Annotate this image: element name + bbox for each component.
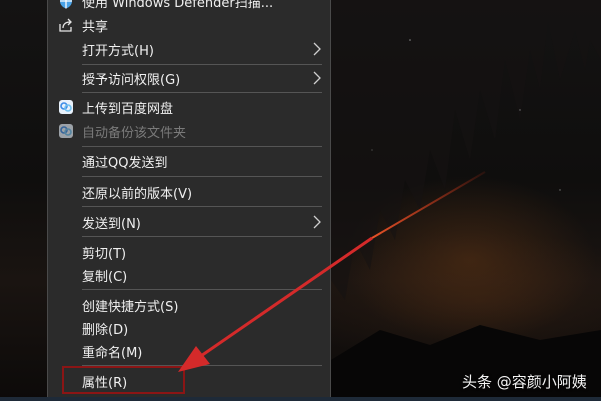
menu-item-label: 使用 Windows Defender扫描... xyxy=(82,0,274,11)
menu-separator xyxy=(82,64,322,65)
menu-item-label: 重命名(M) xyxy=(82,345,143,361)
menu-item-send-to[interactable]: 发送到(N) xyxy=(48,211,330,233)
menu-item-label: 共享 xyxy=(82,19,109,35)
menu-item-restore-previous[interactable]: 还原以前的版本(V) xyxy=(48,181,330,203)
menu-item-label: 通过QQ发送到 xyxy=(82,155,168,171)
menu-item-copy[interactable]: 复制(C) xyxy=(48,264,330,286)
properties-highlight-box xyxy=(62,366,185,394)
menu-item-label: 授予访问权限(G) xyxy=(82,72,181,88)
defender-shield-icon xyxy=(60,0,72,9)
watermark: 头条 @容颜小阿姨 xyxy=(462,373,587,391)
menu-separator xyxy=(82,236,322,237)
menu-item-auto-backup: 自动备份该文件夹 xyxy=(48,120,330,142)
chevron-right-icon xyxy=(313,215,321,229)
menu-item-label: 自动备份该文件夹 xyxy=(82,125,187,141)
menu-separator xyxy=(82,176,322,177)
menu-item-label: 创建快捷方式(S) xyxy=(82,299,179,315)
menu-separator xyxy=(82,92,322,93)
menu-item-upload-baidu[interactable]: 上传到百度网盘 xyxy=(48,96,330,118)
menu-item-open-with[interactable]: 打开方式(H) xyxy=(48,38,330,60)
menu-item-send-via-qq[interactable]: 通过QQ发送到 xyxy=(48,150,330,172)
menu-item-grant-access[interactable]: 授予访问权限(G) xyxy=(48,67,330,89)
share-icon xyxy=(59,18,72,32)
menu-separator xyxy=(82,289,322,290)
menu-item-label: 还原以前的版本(V) xyxy=(82,186,193,202)
menu-item-delete[interactable]: 删除(D) xyxy=(48,317,330,339)
menu-separator xyxy=(82,206,322,207)
menu-separator xyxy=(82,146,322,147)
taskbar-edge xyxy=(0,397,601,401)
menu-item-label: 删除(D) xyxy=(82,322,129,338)
menu-item-rename[interactable]: 重命名(M) xyxy=(48,340,330,362)
baidu-netdisk-icon xyxy=(59,124,73,138)
chevron-right-icon xyxy=(313,42,321,56)
baidu-netdisk-icon xyxy=(59,100,73,114)
menu-item-label: 打开方式(H) xyxy=(82,43,154,59)
menu-item-label: 发送到(N) xyxy=(82,216,141,232)
menu-item-create-shortcut[interactable]: 创建快捷方式(S) xyxy=(48,294,330,316)
menu-item-defender-scan[interactable]: 使用 Windows Defender扫描... xyxy=(48,0,330,12)
chevron-right-icon xyxy=(313,71,321,85)
menu-item-label: 复制(C) xyxy=(82,269,128,285)
menu-item-cut[interactable]: 剪切(T) xyxy=(48,241,330,263)
menu-item-share[interactable]: 共享 xyxy=(48,14,330,36)
menu-item-label: 上传到百度网盘 xyxy=(82,101,174,117)
menu-item-label: 剪切(T) xyxy=(82,246,127,262)
context-menu: 使用 Windows Defender扫描... 共享 打开方式(H) 授予访问… xyxy=(47,0,331,398)
